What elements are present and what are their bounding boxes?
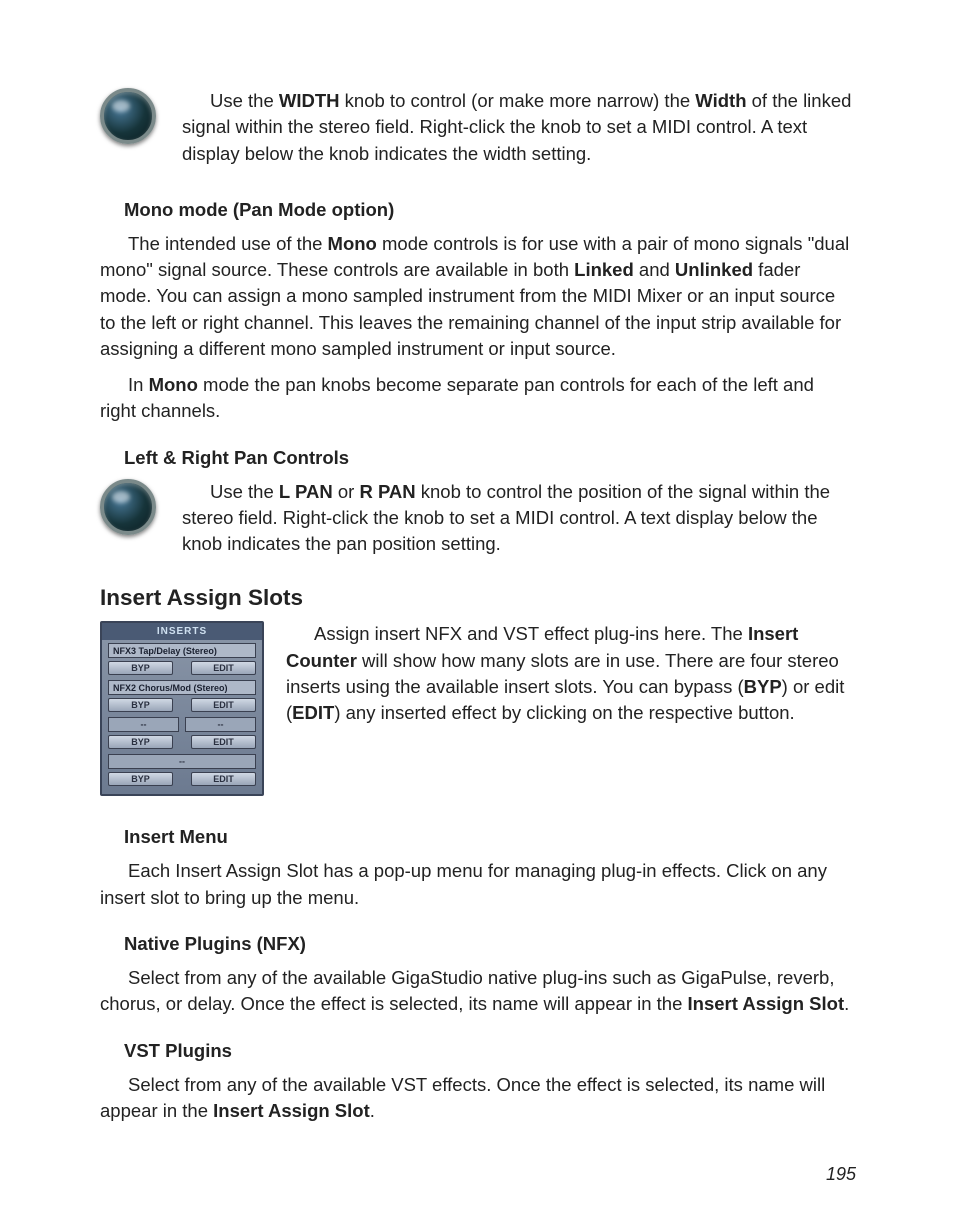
insert4-edit-button[interactable]: EDIT bbox=[191, 772, 256, 786]
pan-knob-icon bbox=[100, 479, 156, 535]
width-knob-block: Use the WIDTH knob to control (or make m… bbox=[100, 88, 854, 177]
native-plugins-heading: Native Plugins (NFX) bbox=[124, 933, 854, 955]
insert3-byp-button[interactable]: BYP bbox=[108, 735, 173, 749]
insert-assign-block: INSERTS NFX3 Tap/Delay (Stereo) BYP EDIT… bbox=[100, 621, 854, 796]
inserts-panel: INSERTS NFX3 Tap/Delay (Stereo) BYP EDIT… bbox=[100, 621, 264, 796]
width-knob-icon bbox=[100, 88, 156, 144]
mono-mode-para2: In Mono mode the pan knobs become separa… bbox=[100, 372, 854, 425]
insert-slot-4[interactable] bbox=[108, 754, 256, 769]
page-number: 195 bbox=[826, 1164, 856, 1185]
native-plugins-para: Select from any of the available GigaStu… bbox=[100, 965, 854, 1018]
insert1-byp-button[interactable]: BYP bbox=[108, 661, 173, 675]
insert-slot-3-left[interactable] bbox=[108, 717, 179, 732]
insert-menu-para: Each Insert Assign Slot has a pop-up men… bbox=[100, 858, 854, 911]
lr-pan-heading: Left & Right Pan Controls bbox=[124, 447, 854, 469]
lr-pan-description: Use the L PAN or R PAN knob to control t… bbox=[182, 479, 854, 558]
insert-assign-description: Assign insert NFX and VST effect plug-in… bbox=[286, 621, 854, 726]
width-knob-description: Use the WIDTH knob to control (or make m… bbox=[182, 88, 854, 167]
mono-mode-para1: The intended use of the Mono mode contro… bbox=[100, 231, 854, 362]
insert-assign-heading: Insert Assign Slots bbox=[100, 585, 854, 611]
insert4-byp-button[interactable]: BYP bbox=[108, 772, 173, 786]
lr-pan-block: Use the L PAN or R PAN knob to control t… bbox=[100, 479, 854, 568]
insert2-edit-button[interactable]: EDIT bbox=[191, 698, 256, 712]
insert-slot-1[interactable]: NFX3 Tap/Delay (Stereo) bbox=[108, 643, 256, 658]
vst-plugins-heading: VST Plugins bbox=[124, 1040, 854, 1062]
insert1-edit-button[interactable]: EDIT bbox=[191, 661, 256, 675]
insert-slot-2[interactable]: NFX2 Chorus/Mod (Stereo) bbox=[108, 680, 256, 695]
insert3-edit-button[interactable]: EDIT bbox=[191, 735, 256, 749]
insert-menu-heading: Insert Menu bbox=[124, 826, 854, 848]
insert2-byp-button[interactable]: BYP bbox=[108, 698, 173, 712]
inserts-panel-title: INSERTS bbox=[102, 623, 262, 640]
insert-slot-3-right[interactable] bbox=[185, 717, 256, 732]
vst-plugins-para: Select from any of the available VST eff… bbox=[100, 1072, 854, 1125]
mono-mode-heading: Mono mode (Pan Mode option) bbox=[124, 199, 854, 221]
